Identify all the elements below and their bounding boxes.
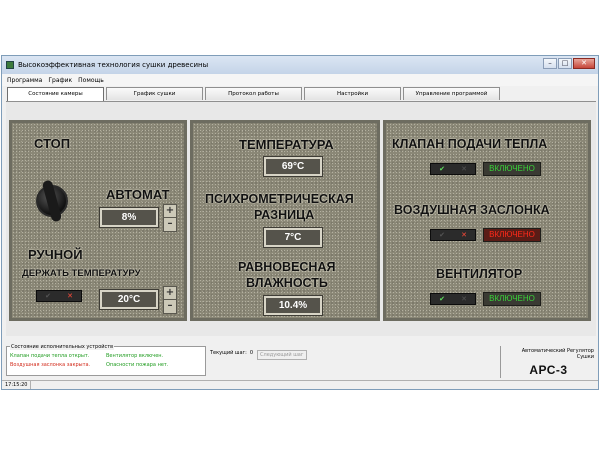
actuators-panel: КЛАПАН ПОДАЧИ ТЕПЛА ✔ ✕ ВКЛЮЧЕНО ВОЗДУШН… [383, 120, 591, 321]
step-value: 0 [249, 350, 254, 356]
manual-label: РУЧНОЙ [28, 247, 83, 262]
menu-program[interactable]: Программа [7, 77, 42, 84]
main-window: Высокоэффективная технология сушки древе… [1, 55, 599, 390]
fan-state: ВКЛЮЧЕНО [483, 292, 541, 306]
tab-program-control[interactable]: Управление программой [403, 87, 500, 100]
fan-label: ВЕНТИЛЯТОР [436, 267, 523, 281]
regulator-logo: АРС-3 [529, 363, 568, 377]
cross-icon: ✕ [67, 292, 73, 300]
psychro-value: 7°С [263, 227, 323, 248]
chamber-state-page: СТОП АВТОМАТ 8% + – РУЧНОЙ ДЕРЖАТЬ ТЕМПЕ… [6, 101, 596, 336]
app-icon [6, 61, 14, 69]
check-icon: ✔ [439, 295, 445, 303]
equilibrium-label-line2: ВЛАЖНОСТЬ [246, 276, 328, 290]
regulator-box: Автоматический Регулятор Сушки АРС-3 [500, 346, 596, 378]
heat-valve-toggle[interactable]: ✔ ✕ [430, 163, 476, 175]
air-damper-state: ВКЛЮЧЕНО [483, 228, 541, 242]
stop-label: СТОП [34, 136, 71, 151]
hold-temp-stepper: + – [163, 286, 177, 314]
regulator-title: Автоматический Регулятор Сушки [521, 348, 594, 360]
fire-message: Опасности пожара нет. [106, 362, 169, 368]
hold-temp-decrease-button[interactable]: – [164, 300, 176, 313]
cross-icon: ✕ [461, 231, 467, 239]
auto-stepper: + – [163, 204, 177, 232]
air-damper-toggle[interactable]: ✔ ✕ [430, 229, 476, 241]
step-label: Текущий шаг: [210, 350, 247, 356]
hold-temp-value: 20°С [99, 289, 159, 310]
psychro-label-line1: ПСИХРОМЕТРИЧЕСКАЯ [205, 192, 354, 206]
auto-decrease-button[interactable]: – [164, 218, 176, 231]
auto-value: 8% [99, 207, 159, 228]
mode-panel: СТОП АВТОМАТ 8% + – РУЧНОЙ ДЕРЖАТЬ ТЕМПЕ… [9, 120, 187, 321]
temperature-label: ТЕМПЕРАТУРА [239, 137, 334, 152]
fan-message: Вентилятор включен. [106, 353, 164, 359]
devices-group-title: Состояние исполнительных устройств [10, 344, 115, 350]
menu-help[interactable]: Помощь [78, 77, 104, 84]
tab-bar: Состояние камеры График сушки Протокол р… [7, 87, 593, 101]
heat-valve-message: Клапан подачи тепла открыт. [10, 353, 90, 359]
damper-message: Воздушная заслонка закрыта. [10, 362, 91, 368]
devices-group: Состояние исполнительных устройств Клапа… [6, 344, 206, 376]
tab-chamber-state[interactable]: Состояние камеры [7, 87, 104, 101]
measurement-panel: ТЕМПЕРАТУРА 69°С ПСИХРОМЕТРИЧЕСКАЯ РАЗНИ… [190, 120, 380, 321]
window-controls: – □ ✕ [542, 58, 595, 72]
temperature-value: 69°С [263, 156, 323, 177]
menu-schedule[interactable]: График [48, 77, 72, 84]
cross-icon: ✕ [461, 165, 467, 173]
hold-temp-label: ДЕРЖАТЬ ТЕМПЕРАТУРУ [22, 268, 141, 279]
check-icon: ✔ [45, 292, 51, 300]
next-step-button[interactable]: Следующий шаг [257, 350, 307, 360]
auto-increase-button[interactable]: + [164, 205, 176, 218]
heat-valve-state: ВКЛЮЧЕНО [483, 162, 541, 176]
check-icon: ✔ [439, 231, 445, 239]
close-button[interactable]: ✕ [573, 58, 595, 69]
minimize-button[interactable]: – [543, 58, 557, 69]
tab-settings[interactable]: Настройки [304, 87, 401, 100]
hold-temp-toggle[interactable]: ✔ ✕ [36, 290, 82, 302]
status-area: Состояние исполнительных устройств Клапа… [6, 344, 596, 380]
heat-valve-label: КЛАПАН ПОДАЧИ ТЕПЛА [392, 137, 548, 151]
equilibrium-value: 10.4% [263, 295, 323, 316]
clock: 17:15:20 [5, 381, 32, 389]
status-bar: 17:15:20 [2, 380, 598, 389]
maximize-button[interactable]: □ [558, 58, 572, 69]
title-bar: Высокоэффективная технология сушки древе… [2, 56, 598, 74]
cross-icon: ✕ [461, 295, 467, 303]
air-damper-label: ВОЗДУШНАЯ ЗАСЛОНКА [394, 203, 550, 217]
window-title: Высокоэффективная технология сушки древе… [18, 61, 209, 69]
tab-work-log[interactable]: Протокол работы [205, 87, 302, 100]
psychro-label-line2: РАЗНИЦА [254, 208, 315, 222]
equilibrium-label-line1: РАВНОВЕСНАЯ [238, 260, 336, 274]
auto-label: АВТОМАТ [106, 187, 170, 202]
menu-bar: Программа График Помощь [2, 74, 598, 86]
hold-temp-increase-button[interactable]: + [164, 287, 176, 300]
fan-toggle[interactable]: ✔ ✕ [430, 293, 476, 305]
step-area: Текущий шаг: 0 Следующий шаг [206, 346, 500, 380]
check-icon: ✔ [439, 165, 445, 173]
tab-drying-schedule[interactable]: График сушки [106, 87, 203, 100]
